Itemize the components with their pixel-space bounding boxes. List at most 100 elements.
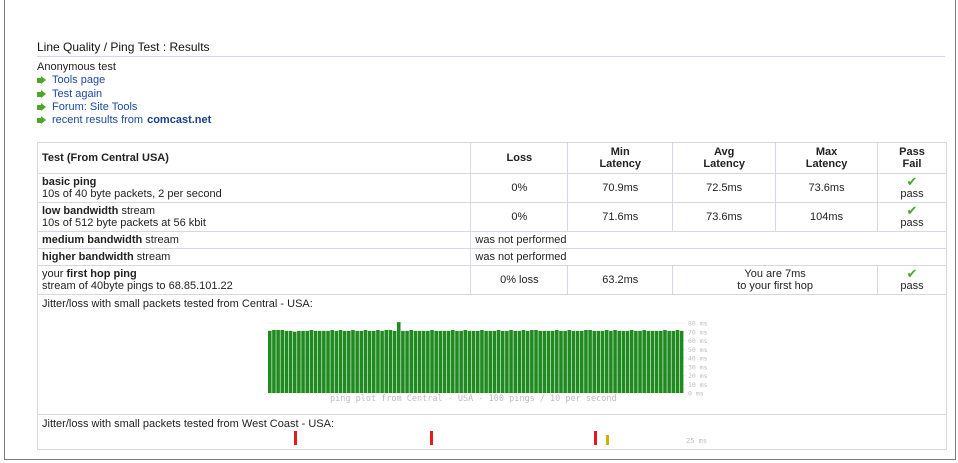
- link-tools-page[interactable]: Tools page: [37, 74, 211, 87]
- ping-bar: [351, 330, 355, 393]
- ping-bar: [517, 330, 522, 393]
- recent-isp[interactable]: comcast.net: [147, 114, 211, 127]
- ping-bar: [663, 330, 667, 393]
- ping-bar: [355, 330, 359, 393]
- ping-bar: [542, 330, 547, 393]
- ping-plot-central: 80 ms70 ms60 ms50 ms40 ms30 ms20 ms10 ms…: [268, 320, 708, 397]
- ping-bar: [363, 330, 368, 393]
- ping-bar: [326, 330, 330, 393]
- ping-bar: [438, 330, 443, 393]
- link-recent-results[interactable]: recent results from comcast.net: [37, 114, 211, 127]
- ping-bar: [280, 330, 285, 393]
- spike-red-2: [430, 431, 433, 445]
- ping-bar: [638, 330, 642, 393]
- ping-bar: [559, 330, 563, 393]
- ping-bar: [396, 322, 401, 393]
- spike-red-1: [294, 431, 297, 445]
- ping-bar: [530, 330, 534, 393]
- ping-bar: [463, 330, 468, 393]
- ping-bar: [534, 330, 538, 393]
- not-performed-note: was not performed: [470, 231, 947, 249]
- link-forum-site-tools[interactable]: Forum: Site Tools: [37, 101, 211, 114]
- ping-bar: [538, 330, 542, 393]
- ping-bar: [654, 330, 659, 393]
- ping-bar: [376, 330, 380, 393]
- test-name: medium bandwidth stream: [36, 231, 472, 249]
- loss-value: 0%: [470, 173, 569, 203]
- ping-bar: [426, 330, 430, 393]
- ping-bar: [505, 330, 509, 393]
- ping-bar: [567, 330, 572, 393]
- ping-bar: [276, 330, 280, 393]
- avg-latency-value: 73.6ms: [672, 202, 777, 232]
- ping-bar: [492, 330, 497, 393]
- ping-bar: [500, 330, 505, 393]
- ping-bar: [617, 330, 621, 393]
- ping-bar: [521, 330, 526, 393]
- ping-bar: [284, 330, 289, 393]
- ping-bar: [451, 330, 455, 393]
- ping-bar: [575, 330, 580, 393]
- max-latency-value: 73.6ms: [775, 173, 879, 203]
- y-tick-label: 20 ms: [688, 372, 708, 380]
- y-tick-label: 70 ms: [688, 328, 708, 336]
- page-title: Line Quality / Ping Test : Results: [37, 40, 210, 54]
- header-pass-fail: Pass Fail: [877, 142, 947, 174]
- jitter-central-label: Jitter/loss with small packets tested fr…: [42, 298, 313, 310]
- ping-bar: [392, 330, 397, 393]
- intro-block: Anonymous test Tools page Test again For…: [37, 61, 211, 127]
- ping-bar: [347, 330, 351, 393]
- ping-plot-west: 25 ms: [294, 431, 707, 445]
- ping-bar: [272, 330, 276, 393]
- y-tick-label: 40 ms: [688, 355, 708, 363]
- ping-bar: [297, 330, 301, 393]
- y-tick-label: 60 ms: [688, 337, 708, 345]
- ping-bar: [671, 330, 676, 393]
- header-loss: Loss: [470, 142, 569, 174]
- ping-bar: [409, 330, 413, 393]
- ping-bar: [317, 330, 322, 393]
- ping-bar: [367, 330, 372, 393]
- min-latency-value: 70.9ms: [567, 173, 674, 203]
- y-tick-label: 50 ms: [688, 346, 708, 354]
- ping-bar: [322, 330, 326, 393]
- spike-red-3: [594, 431, 597, 445]
- header-max-latency: Max Latency: [775, 142, 879, 174]
- arrow-right-icon: [37, 76, 46, 85]
- ping-bar: [642, 330, 646, 393]
- not-performed-note: was not performed: [470, 248, 947, 266]
- ping-bar: [480, 330, 484, 393]
- ping-bar: [596, 330, 601, 393]
- results-table: Test (From Central USA) Loss Min Latency …: [36, 142, 947, 450]
- ping-bar: [430, 330, 434, 393]
- table-row: low bandwidth stream 10s of 512 byte pack…: [36, 202, 947, 232]
- header-avg-latency: Avg Latency: [672, 142, 777, 174]
- table-row: your first hop ping stream of 40byte ping…: [36, 265, 947, 295]
- ping-bar: [467, 330, 472, 393]
- min-latency-value: 71.6ms: [567, 202, 674, 232]
- ping-bar: [667, 330, 671, 393]
- ping-bar: [604, 330, 609, 393]
- ping-bar: [359, 330, 364, 393]
- ping-bar: [488, 330, 493, 393]
- ping-bar: [646, 330, 651, 393]
- ping-bar: [600, 330, 605, 393]
- ping-bar: [434, 330, 438, 393]
- jitter-west-row: Jitter/loss with small packets tested fr…: [37, 414, 947, 450]
- ping-bar: [555, 330, 559, 393]
- pass-fail-cell: ✔ pass: [877, 202, 947, 232]
- ping-bar: [442, 330, 447, 393]
- y-tick-label: 80 ms: [688, 320, 708, 328]
- jitter-central-cell: Jitter/loss with small packets tested fr…: [37, 294, 947, 415]
- ping-bar: [401, 330, 405, 393]
- ping-bar: [563, 330, 567, 393]
- arrow-right-icon: [37, 116, 46, 125]
- jitter-west-label: Jitter/loss with small packets tested fr…: [42, 418, 334, 430]
- ping-bar: [659, 330, 663, 393]
- ping-bar: [484, 330, 488, 393]
- ping-bar: [546, 330, 551, 393]
- checkmark-icon: ✔: [906, 266, 918, 281]
- link-test-again[interactable]: Test again: [37, 88, 211, 101]
- ping-bar: [455, 330, 459, 393]
- ping-bar: [679, 330, 684, 393]
